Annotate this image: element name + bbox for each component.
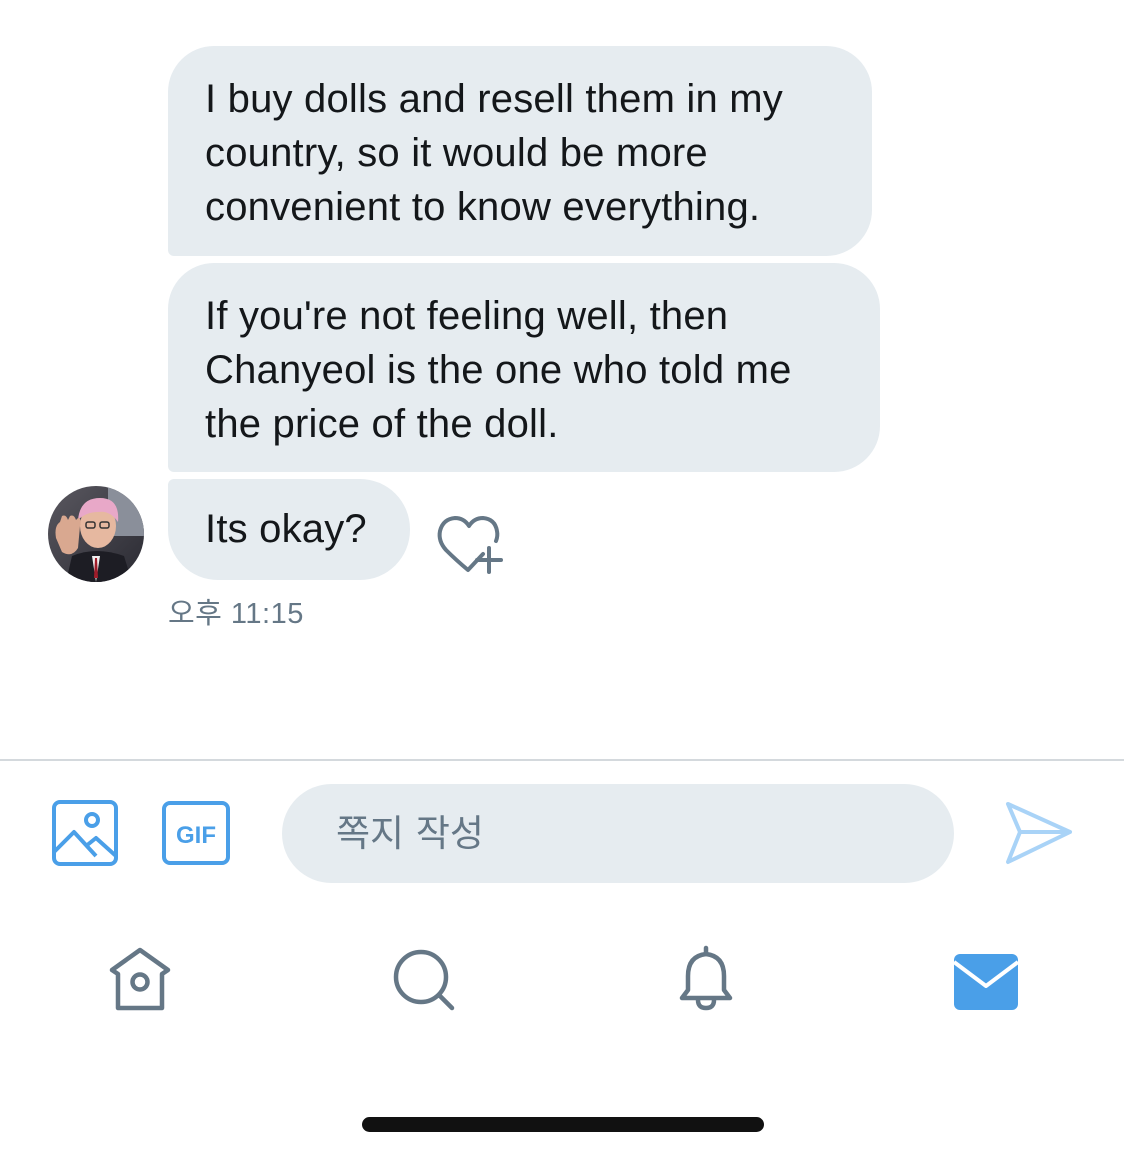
send-icon — [1006, 802, 1072, 864]
bell-icon — [679, 945, 733, 1011]
message-text: I buy dolls and resell them in my countr… — [205, 77, 783, 229]
tab-search[interactable] — [388, 944, 460, 1016]
message-bubble[interactable]: I buy dolls and resell them in my countr… — [168, 46, 872, 256]
mail-icon — [952, 954, 1020, 1010]
home-icon — [109, 947, 171, 1011]
search-icon — [393, 949, 455, 1011]
home-indicator[interactable] — [362, 1117, 764, 1132]
image-icon[interactable] — [52, 800, 118, 866]
send-button[interactable] — [1004, 800, 1074, 866]
message-text: Its okay? — [205, 507, 367, 551]
message-bubble[interactable]: Its okay? — [168, 479, 410, 580]
message-bubble[interactable]: If you're not feeling well, then Chanyeo… — [168, 263, 880, 472]
tab-messages[interactable] — [950, 944, 1022, 1016]
gif-button[interactable]: GIF — [162, 801, 232, 865]
composer-divider — [0, 759, 1124, 761]
message-text: If you're not feeling well, then Chanyeo… — [205, 294, 792, 446]
tab-notifications[interactable] — [670, 944, 742, 1016]
message-input[interactable] — [334, 811, 898, 856]
message-input-container[interactable] — [282, 784, 954, 883]
tab-home[interactable] — [104, 944, 176, 1016]
message-timestamp: 오후 11:15 — [168, 598, 304, 630]
heart-plus-icon[interactable] — [434, 510, 510, 578]
gif-label: GIF — [176, 822, 216, 849]
sender-avatar[interactable] — [48, 486, 144, 582]
avatar-photo — [48, 486, 144, 582]
gif-icon: GIF — [162, 801, 230, 865]
